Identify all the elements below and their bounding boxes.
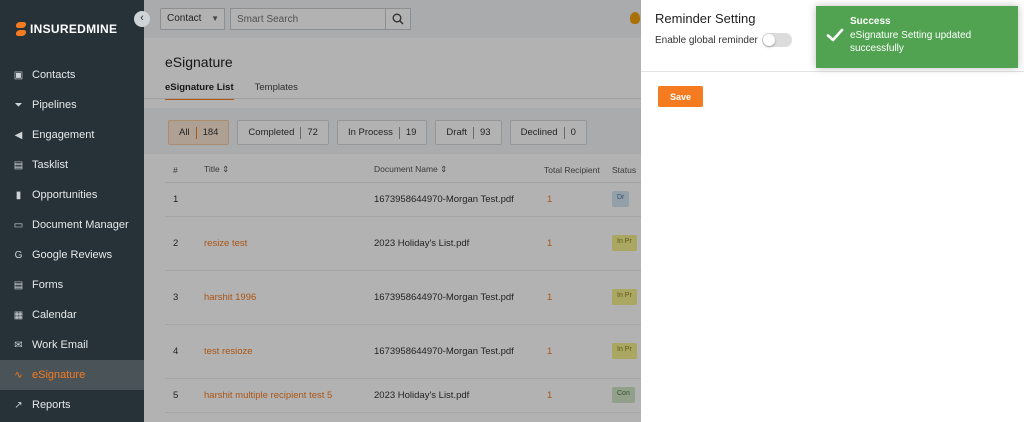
sidebar-item-label: Document Manager	[32, 219, 129, 231]
sidebar-item-calendar[interactable]: ▦ Calendar	[0, 300, 144, 330]
toast-message: eSignature Setting updated successfully	[850, 30, 972, 54]
sidebar-item-label: Opportunities	[32, 189, 98, 201]
sidebar-item-label: Reports	[32, 399, 71, 411]
sidebar-item-document-manager[interactable]: ▭ Document Manager	[0, 210, 144, 240]
mail-icon: ✉	[14, 339, 23, 351]
sidebar-collapse-button[interactable]: ‹	[134, 11, 150, 27]
toggle-knob	[762, 34, 775, 46]
folder-icon: ▭	[13, 219, 24, 231]
line-chart-icon: ↗	[14, 399, 23, 411]
sidebar-nav: ▣ Contacts ⏷ Pipelines ◀ Engagement ▤ Tasklist ▮…	[0, 60, 144, 420]
bar-chart-icon: ▮	[15, 189, 22, 201]
sidebar-item-tasklist[interactable]: ▤ Tasklist	[0, 150, 144, 180]
sidebar-item-reports[interactable]: ↗ Reports	[0, 390, 144, 420]
toggle-label: Enable global reminder	[655, 34, 758, 46]
sidebar-item-engagement[interactable]: ◀ Engagement	[0, 120, 144, 150]
sidebar-item-work-email[interactable]: ✉ Work Email	[0, 330, 144, 360]
calendar-icon: ▦	[13, 309, 24, 321]
sidebar-item-label: Contacts	[32, 69, 76, 81]
success-toast[interactable]: Success eSignature Setting updated succe…	[816, 6, 1018, 68]
contacts-icon: ▣	[13, 69, 24, 81]
sidebar-item-opportunities[interactable]: ▮ Opportunities	[0, 180, 144, 210]
app-logo[interactable]: INSUREDMINE	[16, 22, 117, 36]
sidebar-item-forms[interactable]: ▤ Forms	[0, 270, 144, 300]
logo-text: INSUREDMINE	[30, 22, 118, 36]
sidebar-item-label: eSignature	[32, 369, 86, 381]
sidebar-item-label: Forms	[32, 279, 64, 291]
save-button[interactable]: Save	[658, 86, 703, 107]
global-reminder-row: Enable global reminder	[655, 33, 792, 47]
sidebar-item-label: Pipelines	[32, 99, 77, 111]
sidebar-item-google-reviews[interactable]: G Google Reviews	[0, 240, 144, 270]
sidebar-item-label: Calendar	[32, 309, 77, 321]
sidebar-item-esignature[interactable]: ∿ eSignature	[0, 360, 144, 390]
toast-title: Success	[850, 16, 891, 27]
megaphone-icon: ◀	[14, 129, 23, 141]
funnel-icon: ⏷	[14, 99, 23, 111]
sidebar-item-label: Tasklist	[32, 159, 69, 171]
global-reminder-toggle[interactable]	[761, 33, 792, 47]
check-icon	[826, 28, 844, 42]
panel-title: Reminder Setting	[655, 11, 756, 26]
sidebar-item-contacts[interactable]: ▣ Contacts	[0, 60, 144, 90]
sidebar-item-pipelines[interactable]: ⏷ Pipelines	[0, 90, 144, 120]
tasklist-icon: ▤	[13, 159, 24, 171]
sidebar-item-label: Work Email	[32, 339, 89, 351]
sidebar-item-label: Google Reviews	[32, 249, 113, 261]
signature-icon: ∿	[14, 369, 23, 381]
modal-backdrop[interactable]	[144, 0, 641, 422]
google-icon: G	[14, 249, 23, 261]
sidebar-item-label: Engagement	[32, 129, 95, 141]
logo-mark-icon	[16, 22, 26, 36]
sidebar: INSUREDMINE ▣ Contacts ⏷ Pipelines ◀ Engageme…	[0, 0, 144, 422]
form-icon: ▤	[13, 279, 24, 291]
